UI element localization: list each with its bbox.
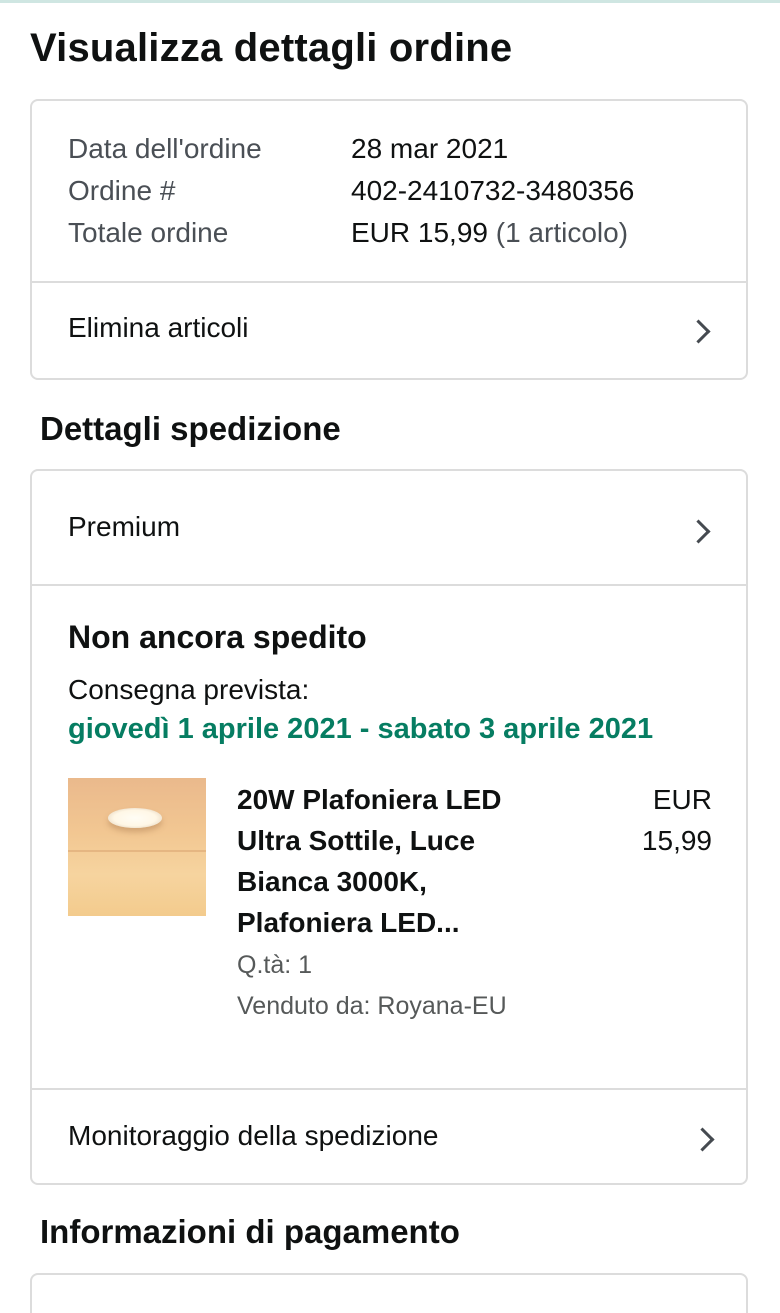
order-total-label: Totale ordine [68, 217, 229, 248]
product-seller: Venduto da: Royana-EU [237, 992, 507, 1020]
shipping-card: Premium Non ancora spedito Consegna prev… [30, 469, 748, 1185]
tracking-label: Monitoraggio della spedizione [68, 1120, 439, 1151]
page-title: Visualizza dettagli ordine [30, 26, 513, 70]
product-price-amount: 15,99 [641, 825, 712, 856]
product-quantity: Q.tà: 1 [237, 951, 313, 979]
chevron-right-icon [690, 1127, 715, 1152]
chevron-right-icon [686, 519, 711, 544]
ceiling-lamp-graphic [108, 808, 162, 828]
delivery-label: Consegna prevista: [68, 674, 310, 705]
order-summary-card: Data dell'ordine 28 mar 2021 Ordine # 40… [30, 99, 748, 380]
payment-card [30, 1273, 748, 1313]
ceiling-shadow [68, 850, 206, 852]
product-title-link[interactable]: 20W Plafoniera LED Ultra Sottile, Luce B… [237, 779, 567, 943]
product-price: EUR 15,99 [592, 779, 712, 861]
top-divider [0, 0, 780, 3]
order-total-amount: EUR 15,99 [351, 217, 488, 248]
order-date-value: 28 mar 2021 [351, 133, 509, 164]
delete-items-link[interactable]: Elimina articoli [32, 283, 746, 378]
delete-items-label: Elimina articoli [68, 312, 249, 343]
shipping-option-link[interactable]: Premium [32, 471, 746, 584]
order-date-label: Data dell'ordine [68, 133, 262, 164]
payment-section-title: Informazioni di pagamento [40, 1213, 460, 1250]
chevron-right-icon [686, 319, 711, 344]
order-item-count: (1 articolo) [495, 217, 629, 248]
shipping-section-title: Dettagli spedizione [40, 410, 341, 447]
order-total-value: EUR 15,99 (1 articolo) [351, 216, 628, 250]
card-divider [32, 584, 746, 586]
order-number-value: 402-2410732-3480356 [351, 175, 635, 206]
delivery-date-range: giovedì 1 aprile 2021 - sabato 3 aprile … [68, 713, 654, 745]
shipping-option-label: Premium [68, 511, 181, 542]
tracking-link[interactable]: Monitoraggio della spedizione [32, 1090, 746, 1185]
product-price-currency: EUR [652, 784, 712, 815]
product-image[interactable] [68, 778, 206, 916]
order-number-label: Ordine # [68, 175, 176, 206]
shipment-status: Non ancora spedito [68, 619, 367, 655]
